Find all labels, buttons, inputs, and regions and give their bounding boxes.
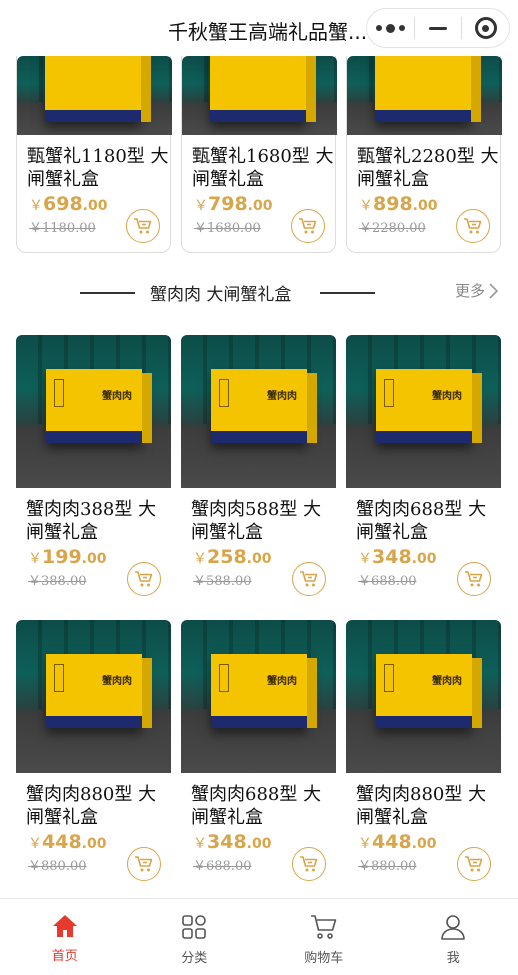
more-label: 更多 [455, 282, 486, 300]
cart-icon [464, 218, 482, 234]
nav-header: 千秋蟹王高端礼品蟹... [0, 0, 518, 56]
add-to-cart-button[interactable] [457, 847, 491, 881]
product-name: 蟹肉肉688型 大闸蟹礼盒 [356, 499, 487, 543]
cart-icon [310, 915, 337, 939]
home-icon [52, 915, 77, 937]
tab-label: 分类 [181, 951, 208, 966]
main-content[interactable]: 甄蟹礼1180型 大闸蟹礼盒 ￥698.00 ￥1180.00 甄蟹礼1680型… [0, 56, 518, 898]
product-image: 蟹肉肉 [346, 335, 501, 488]
product-name: 甄蟹礼1680型 大闸蟹礼盒 [192, 146, 334, 190]
product-card[interactable]: 蟹肉肉 蟹肉肉388型 大闸蟹礼盒 ￥199.00 ￥388.00 [16, 335, 171, 605]
more-menu-button[interactable] [367, 9, 414, 47]
product-image: 蟹肉肉 [181, 620, 336, 773]
cart-icon [135, 856, 153, 872]
product-grid: 蟹肉肉 蟹肉肉388型 大闸蟹礼盒 ￥199.00 ￥388.00 蟹肉肉 蟹肉… [16, 335, 501, 890]
product-image [347, 56, 502, 135]
tab-label: 首页 [51, 949, 78, 964]
product-image: 蟹肉肉 [16, 335, 171, 488]
more-link[interactable]: 更多 [455, 280, 499, 301]
product-name: 甄蟹礼2280型 大闸蟹礼盒 [357, 146, 499, 190]
cart-icon [299, 218, 317, 234]
mini-program-capsule [366, 8, 510, 48]
product-card[interactable]: 蟹肉肉 蟹肉肉880型 大闸蟹礼盒 ￥448.00 ￥880.00 [16, 620, 171, 890]
cart-icon [134, 218, 152, 234]
product-image: 蟹肉肉 [16, 620, 171, 773]
add-to-cart-button[interactable] [291, 209, 325, 243]
minimize-icon [429, 26, 447, 30]
product-card[interactable]: 甄蟹礼2280型 大闸蟹礼盒 ￥898.00 ￥2280.00 [346, 56, 502, 253]
cart-icon [300, 571, 318, 587]
close-target-icon [474, 17, 497, 39]
chevron-right-icon [489, 282, 499, 299]
product-name: 蟹肉肉688型 大闸蟹礼盒 [191, 784, 322, 828]
product-name: 甄蟹礼1180型 大闸蟹礼盒 [27, 146, 169, 190]
add-to-cart-button[interactable] [292, 562, 326, 596]
tab-label: 购物车 [304, 951, 344, 966]
add-to-cart-button[interactable] [127, 847, 161, 881]
close-button[interactable] [462, 9, 509, 47]
cart-icon [465, 856, 483, 872]
product-image: 蟹肉肉 [181, 335, 336, 488]
product-card[interactable]: 甄蟹礼1680型 大闸蟹礼盒 ￥798.00 ￥1680.00 [181, 56, 337, 253]
heading-line-right [320, 292, 375, 294]
tab-cart[interactable]: 购物车 [259, 899, 389, 975]
page-title: 千秋蟹王高端礼品蟹... [168, 20, 368, 44]
more-dots-icon [375, 23, 405, 33]
cart-icon [300, 856, 318, 872]
product-card[interactable]: 蟹肉肉 蟹肉肉688型 大闸蟹礼盒 ￥348.00 ￥688.00 [346, 335, 501, 605]
tab-category[interactable]: 分类 [130, 899, 260, 975]
tab-home[interactable]: 首页 [0, 899, 130, 975]
product-card[interactable]: 甄蟹礼1180型 大闸蟹礼盒 ￥698.00 ￥1180.00 [16, 56, 172, 253]
minimize-button[interactable] [415, 9, 462, 47]
cart-icon [135, 571, 153, 587]
cart-icon [465, 571, 483, 587]
product-name: 蟹肉肉880型 大闸蟹礼盒 [356, 784, 487, 828]
bottom-tab-bar: 首页 分类 购物车 我 [0, 898, 518, 975]
add-to-cart-button[interactable] [126, 209, 160, 243]
product-image [182, 56, 337, 135]
product-card[interactable]: 蟹肉肉 蟹肉肉880型 大闸蟹礼盒 ￥448.00 ￥880.00 [346, 620, 501, 890]
user-icon [441, 915, 466, 940]
product-image: 蟹肉肉 [346, 620, 501, 773]
add-to-cart-button[interactable] [292, 847, 326, 881]
tab-label: 我 [446, 951, 460, 966]
tab-profile[interactable]: 我 [389, 899, 518, 975]
heading-line-left [80, 292, 135, 294]
product-name: 蟹肉肉588型 大闸蟹礼盒 [191, 499, 322, 543]
category-icon [182, 915, 207, 939]
top-product-grid: 甄蟹礼1180型 大闸蟹礼盒 ￥698.00 ￥1180.00 甄蟹礼1680型… [16, 56, 502, 253]
product-card[interactable]: 蟹肉肉 蟹肉肉688型 大闸蟹礼盒 ￥348.00 ￥688.00 [181, 620, 336, 890]
product-image [17, 56, 172, 135]
product-name: 蟹肉肉388型 大闸蟹礼盒 [26, 499, 157, 543]
add-to-cart-button[interactable] [127, 562, 161, 596]
product-name: 蟹肉肉880型 大闸蟹礼盒 [26, 784, 157, 828]
add-to-cart-button[interactable] [457, 562, 491, 596]
add-to-cart-button[interactable] [456, 209, 490, 243]
product-card[interactable]: 蟹肉肉 蟹肉肉588型 大闸蟹礼盒 ￥258.00 ￥588.00 [181, 335, 336, 605]
section-heading: 蟹肉肉 大闸蟹礼盒 更多 [0, 278, 518, 308]
section-title: 蟹肉肉 大闸蟹礼盒 [150, 285, 292, 305]
